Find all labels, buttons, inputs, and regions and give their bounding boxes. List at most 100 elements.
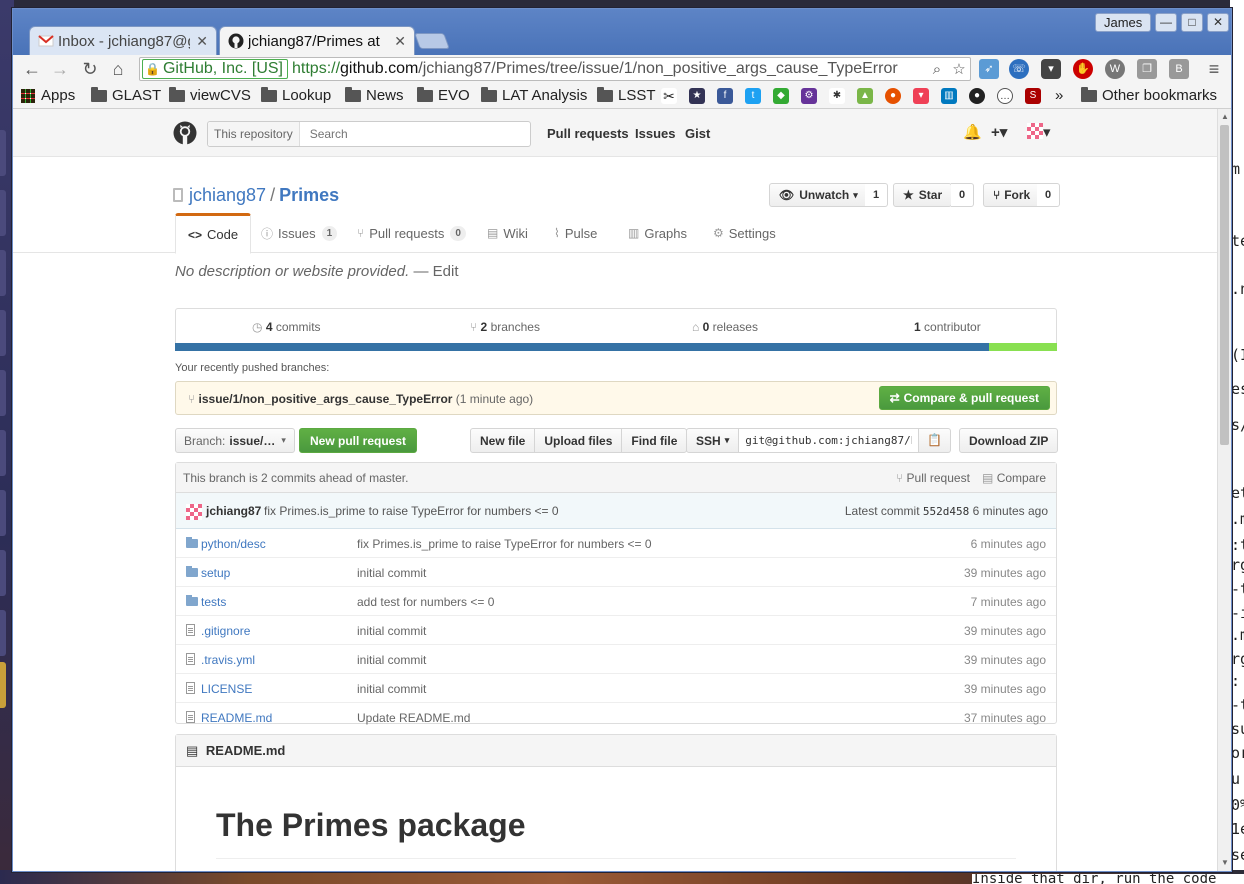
pocket-icon[interactable]: ▾ xyxy=(1041,59,1061,79)
repo-owner-link[interactable]: jchiang87 xyxy=(189,185,266,205)
twitter-icon[interactable]: t xyxy=(745,88,761,104)
clone-protocol-select[interactable]: SSH ▾ xyxy=(686,428,740,453)
page-scrollbar[interactable]: ▲ ▼ xyxy=(1217,109,1231,871)
bookmark-folder-news[interactable]: News xyxy=(345,86,404,104)
file-row[interactable]: README.md Update README.md 37 minutes ago xyxy=(176,703,1056,732)
watch-count[interactable]: 1 xyxy=(865,183,889,207)
unwatch-button[interactable]: 👁 Unwatch ▾ xyxy=(769,183,868,207)
scroll-down-arrow[interactable]: ▼ xyxy=(1219,857,1231,869)
forward-button[interactable]: → xyxy=(49,58,71,80)
trello-icon[interactable]: ▥ xyxy=(941,88,957,104)
bookmark-apps[interactable]: Apps xyxy=(21,87,75,104)
search-icon[interactable]: ⌕ xyxy=(926,61,948,78)
home-button[interactable]: ⌂ xyxy=(107,58,129,80)
nav-issues[interactable]: Issues xyxy=(635,126,675,141)
tab-graphs[interactable]: ▥ Graphs xyxy=(628,213,687,253)
file-name-link[interactable]: .gitignore xyxy=(201,624,250,638)
chat-bookmark-icon[interactable]: … xyxy=(997,88,1013,104)
network-bookmark-icon[interactable]: ✱ xyxy=(829,88,845,104)
star-icon[interactable]: ☆ xyxy=(948,60,970,78)
commit-author-link[interactable]: jchiang87 xyxy=(206,504,261,518)
bird-extension-icon[interactable]: ➶ xyxy=(979,59,999,79)
tab-code[interactable]: <> Code xyxy=(175,213,252,254)
commit-message-link[interactable]: fix Primes.is_prime to raise TypeError f… xyxy=(264,504,559,518)
compare-pull-request-button[interactable]: ⇄ Compare & pull request xyxy=(878,386,1050,410)
dock-launcher[interactable] xyxy=(0,430,6,476)
new-file-button[interactable]: New file xyxy=(470,428,536,453)
dock-launcher[interactable] xyxy=(0,250,6,296)
notification-bell-icon[interactable]: 🔔 xyxy=(963,123,982,141)
bookmark-folder-lsst[interactable]: LSST xyxy=(597,86,656,104)
file-name-link[interactable]: README.md xyxy=(201,711,272,725)
tab-pulse[interactable]: ⌇ Pulse xyxy=(554,213,597,253)
bookmark-folder-lat-analysis[interactable]: LAT Analysis xyxy=(481,86,587,104)
s-bookmark-icon[interactable]: S xyxy=(1025,88,1041,104)
back-button[interactable]: ← xyxy=(21,58,43,80)
releases-summary[interactable]: ⌂ 0 releases xyxy=(692,320,758,334)
tab-wiki[interactable]: ▤ Wiki xyxy=(487,213,528,253)
tab-gmail[interactable]: Inbox - jchiang87@g ✕ xyxy=(29,26,217,55)
settings-bookmark-icon[interactable]: ⚙ xyxy=(801,88,817,104)
url-text[interactable]: https://github.com/jchiang87/Primes/tree… xyxy=(292,60,926,78)
repo-name-link[interactable]: Primes xyxy=(279,185,339,205)
feedly-icon[interactable]: ◆ xyxy=(773,88,789,104)
duckduckgo-icon[interactable]: ● xyxy=(885,88,901,104)
other-bookmarks[interactable]: Other bookmarks xyxy=(1081,86,1217,104)
dock-launcher[interactable] xyxy=(0,370,6,416)
bookmark-folder-glast[interactable]: GLAST xyxy=(91,86,161,104)
new-pull-request-button[interactable]: New pull request xyxy=(299,428,418,453)
commit-sha-link[interactable]: 552d458 xyxy=(923,505,969,518)
close-tab-icon[interactable]: ✕ xyxy=(394,33,406,50)
tab-issues[interactable]: ⓘ Issues 1 xyxy=(261,213,338,253)
bookmark-folder-evo[interactable]: EVO xyxy=(417,86,470,104)
dock-launcher[interactable] xyxy=(0,662,6,708)
copy-clipboard-button[interactable]: 📋 xyxy=(919,428,952,453)
branches-summary[interactable]: ⑂ 2 branches xyxy=(470,320,540,334)
language-bar[interactable] xyxy=(175,343,1057,351)
dock-launcher[interactable] xyxy=(0,490,6,536)
bookmark-folder-viewcvs[interactable]: viewCVS xyxy=(169,86,251,104)
dock-launcher[interactable] xyxy=(0,310,6,356)
nav-gist[interactable]: Gist xyxy=(685,126,710,141)
file-row[interactable]: LICENSE initial commit 39 minutes ago xyxy=(176,674,1056,703)
pocket-bookmark-icon[interactable]: ▾ xyxy=(913,88,929,104)
star-count[interactable]: 0 xyxy=(951,183,975,207)
profile-button[interactable]: James xyxy=(1095,13,1152,32)
address-bar[interactable]: 🔒 GitHub, Inc. [US] https://github.com/j… xyxy=(139,57,971,81)
bookmarks-overflow-button[interactable]: » xyxy=(1055,87,1063,104)
file-commit-message-link[interactable]: Update README.md xyxy=(357,711,470,725)
file-commit-message-link[interactable]: fix Primes.is_prime to raise TypeError f… xyxy=(357,537,652,551)
android-icon[interactable]: ▲ xyxy=(857,88,873,104)
file-name-link[interactable]: .travis.yml xyxy=(201,653,255,667)
file-name-link[interactable]: LICENSE xyxy=(201,682,252,696)
dock-launcher[interactable] xyxy=(0,610,6,656)
recent-branch-name[interactable]: issue/1/non_positive_args_cause_TypeErro… xyxy=(199,392,453,406)
minimize-button[interactable]: — xyxy=(1155,13,1177,32)
search-input[interactable] xyxy=(307,126,530,142)
menu-icon[interactable]: ≡ xyxy=(1203,58,1225,80)
close-window-button[interactable]: ✕ xyxy=(1207,13,1229,32)
find-file-button[interactable]: Find file xyxy=(621,428,688,453)
file-commit-message-link[interactable]: add test for numbers <= 0 xyxy=(357,595,494,609)
b-extension-icon[interactable]: B xyxy=(1169,59,1189,79)
adblock-icon[interactable]: ✋ xyxy=(1073,59,1093,79)
image-bookmark-icon[interactable]: ★ xyxy=(689,88,705,104)
file-commit-message-link[interactable]: initial commit xyxy=(357,624,426,638)
fork-count[interactable]: 0 xyxy=(1037,183,1061,207)
phone-extension-icon[interactable]: ☏ xyxy=(1009,59,1029,79)
reload-button[interactable]: ↻ xyxy=(79,58,101,80)
compare-link[interactable]: ▤ Compare xyxy=(982,471,1046,485)
file-commit-message-link[interactable]: initial commit xyxy=(357,682,426,696)
nav-pull-requests[interactable]: Pull requests xyxy=(547,126,629,141)
tab-settings[interactable]: ⚙ Settings xyxy=(713,213,776,253)
ev-certificate-badge[interactable]: 🔒 GitHub, Inc. [US] xyxy=(142,59,288,79)
file-row[interactable]: python/desc fix Primes.is_prime to raise … xyxy=(176,529,1056,558)
file-commit-message-link[interactable]: initial commit xyxy=(357,653,426,667)
contributors-summary[interactable]: 1 contributor xyxy=(914,320,981,334)
wikipedia-icon[interactable]: W xyxy=(1105,59,1125,79)
create-new-icon[interactable]: +▾ xyxy=(991,123,1007,141)
facebook-icon[interactable]: f xyxy=(717,88,733,104)
file-name-link[interactable]: tests xyxy=(201,595,226,609)
file-name-link[interactable]: python/desc xyxy=(201,537,266,551)
download-zip-button[interactable]: Download ZIP xyxy=(959,428,1059,453)
